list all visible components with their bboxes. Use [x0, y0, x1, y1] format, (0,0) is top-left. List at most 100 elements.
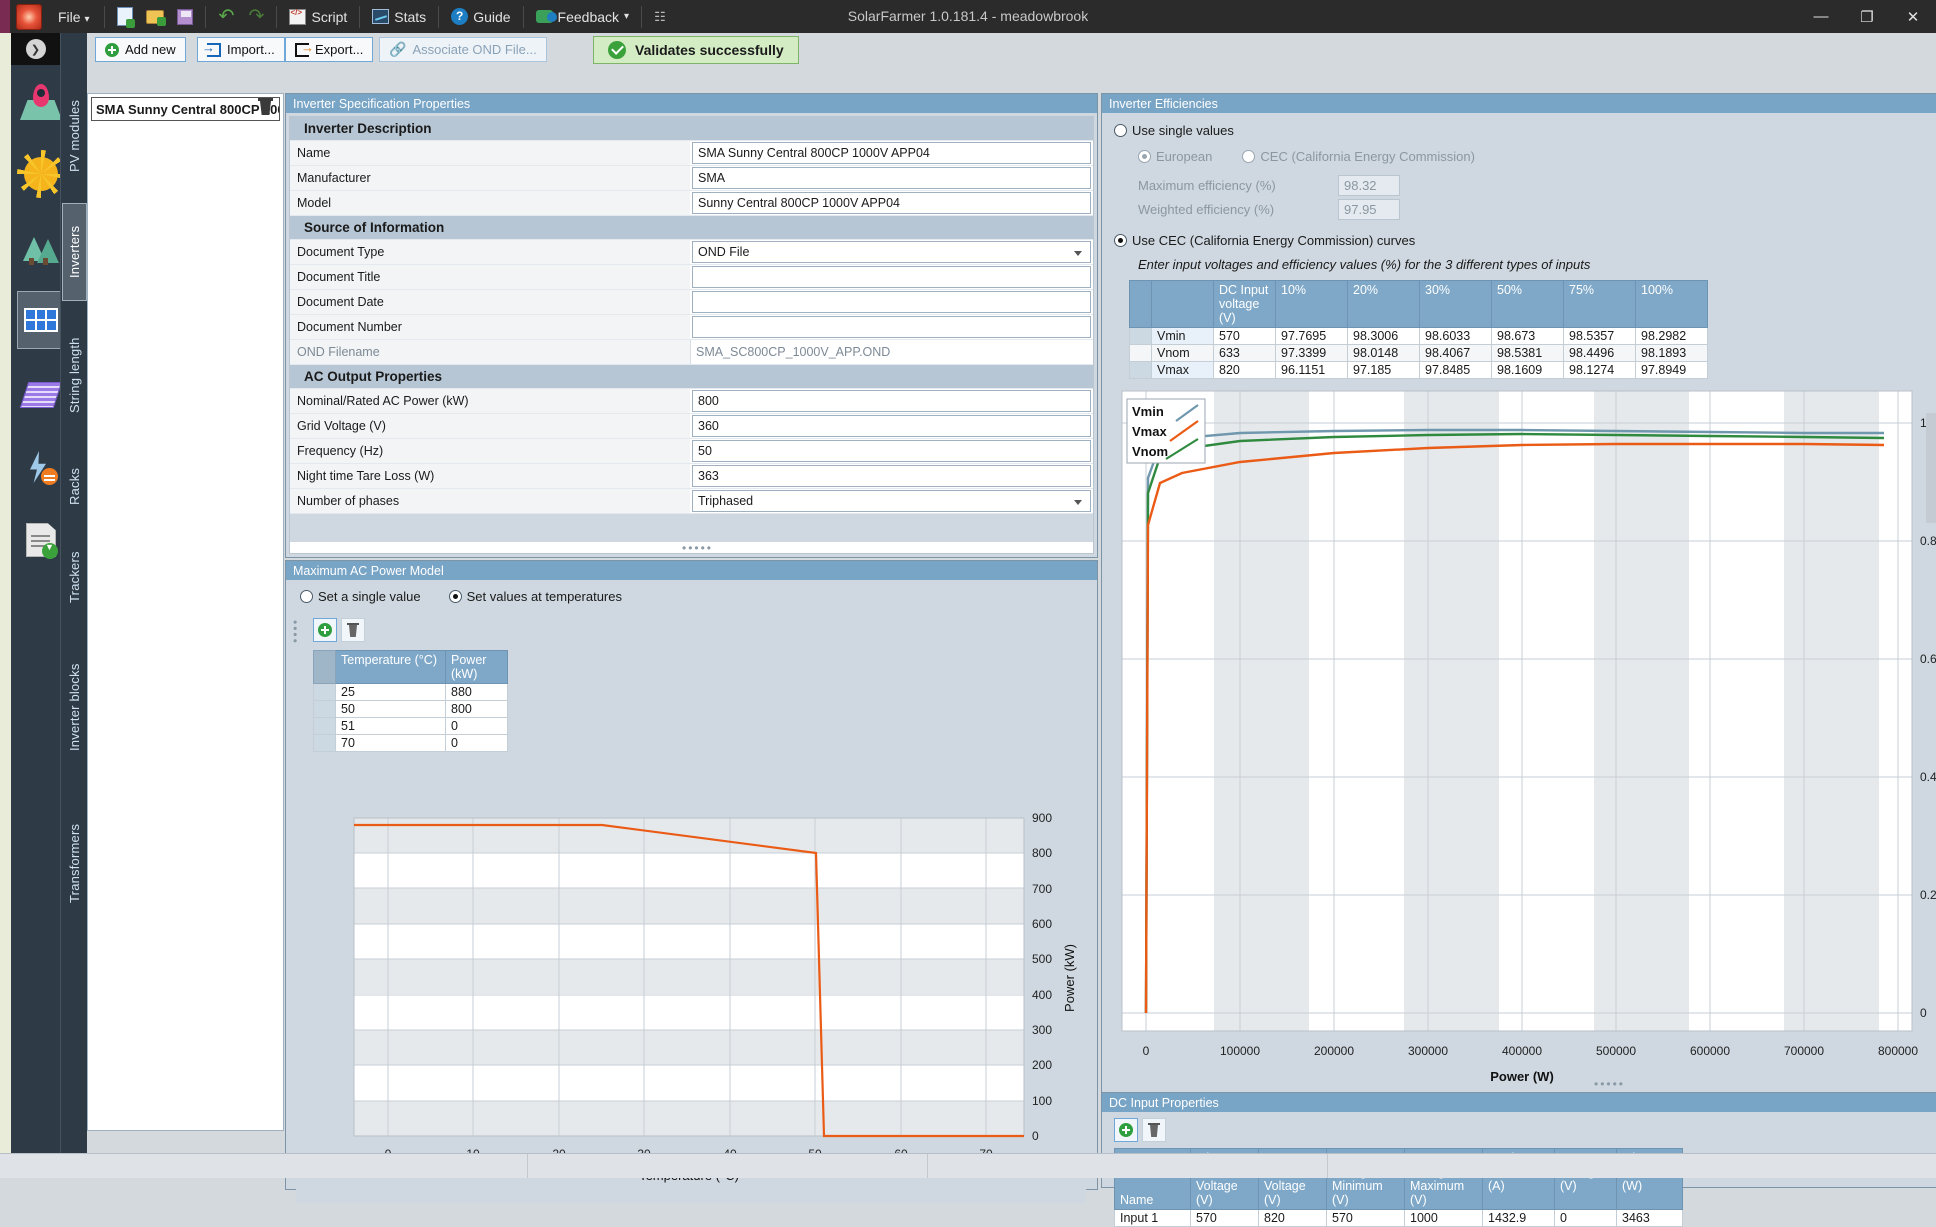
cell-maximum-current[interactable]: 1432.9 [1482, 1209, 1555, 1227]
cell-max-mppt-voltage[interactable]: 820 [1258, 1209, 1327, 1227]
document-type-select[interactable]: OND File [692, 241, 1091, 263]
script-button[interactable]: Script [282, 3, 354, 31]
cell-min-mppt-voltage[interactable]: 570 [1190, 1209, 1259, 1227]
delete-dc-input-button[interactable] [1142, 1118, 1166, 1142]
document-title-field[interactable] [692, 266, 1091, 288]
radio-cec[interactable]: CEC (California Energy Commission) [1242, 149, 1475, 164]
export-button[interactable]: Export... [285, 37, 374, 62]
rail-item-shading[interactable] [17, 218, 65, 276]
tab-inverter-blocks[interactable]: Inverter blocks [62, 631, 87, 783]
redo-icon[interactable]: ↷ [243, 5, 269, 29]
frequency-field[interactable]: 50 [692, 440, 1091, 462]
cell-10pct[interactable]: 97.7695 [1275, 327, 1348, 345]
table-row[interactable]: 25 880 [313, 683, 508, 701]
toolbar-overflow-button[interactable]: ☷ [647, 3, 673, 31]
radio-set-values-at-temperatures[interactable]: Set values at temperatures [448, 589, 622, 604]
row-selector[interactable] [1129, 344, 1152, 362]
table-row[interactable]: 70 0 [313, 734, 508, 752]
cell-10pct[interactable]: 97.3399 [1275, 344, 1348, 362]
cell-start-voltage[interactable]: 0 [1554, 1209, 1617, 1227]
stats-button[interactable]: Stats [365, 3, 433, 31]
cell-temperature[interactable]: 51 [335, 717, 446, 735]
night-tare-loss-field[interactable]: 363 [692, 465, 1091, 487]
panel-resize-grip[interactable]: ••••• [682, 541, 713, 555]
cell-30pct[interactable]: 98.4067 [1419, 344, 1492, 362]
cell-dc-input-voltage[interactable]: 820 [1213, 361, 1276, 379]
rail-expand-button[interactable]: ❯ [11, 33, 60, 65]
nominal-ac-power-field[interactable]: 800 [692, 390, 1091, 412]
rail-item-pv-modules[interactable] [17, 291, 65, 349]
name-field[interactable]: SMA Sunny Central 800CP 1000V APP04 [692, 142, 1091, 164]
row-selector[interactable] [313, 717, 336, 735]
table-row[interactable]: Vnom 633 97.3399 98.0148 98.4067 98.5381… [1129, 344, 1708, 362]
feedback-button[interactable]: Feedback ▾ [529, 3, 637, 31]
cell-10pct[interactable]: 96.1151 [1275, 361, 1348, 379]
cell-50pct[interactable]: 98.1609 [1491, 361, 1564, 379]
cell-50pct[interactable]: 98.673 [1491, 327, 1564, 345]
row-selector[interactable] [1129, 327, 1152, 345]
table-row[interactable]: Vmin 570 97.7695 98.3006 98.6033 98.673 … [1129, 327, 1708, 345]
cell-voltage-name[interactable]: Vnom [1151, 344, 1214, 362]
document-number-field[interactable] [692, 316, 1091, 338]
cell-temperature[interactable]: 70 [335, 734, 446, 752]
panel-resize-grip-left[interactable]: •••• [288, 620, 302, 645]
radio-use-single-values[interactable]: Use single values [1114, 123, 1234, 138]
radio-use-cec-curves[interactable]: Use CEC (California Energy Commission) c… [1114, 233, 1415, 248]
tab-racks[interactable]: Racks [62, 449, 87, 523]
cell-min-dc-power[interactable]: 3463 [1616, 1209, 1683, 1227]
delete-inverter-icon[interactable] [258, 98, 273, 115]
rail-item-trackers[interactable] [17, 366, 65, 424]
grid-voltage-field[interactable]: 360 [692, 415, 1091, 437]
cell-power[interactable]: 880 [445, 683, 508, 701]
cell-dc-input-voltage[interactable]: 570 [1213, 327, 1276, 345]
radio-european[interactable]: European [1138, 149, 1212, 164]
cell-75pct[interactable]: 98.4496 [1563, 344, 1636, 362]
vertical-scrollbar[interactable] [1926, 413, 1936, 523]
rail-item-transformers[interactable] [17, 511, 65, 569]
cell-temperature[interactable]: 50 [335, 700, 446, 718]
model-field[interactable]: Sunny Central 800CP 1000V APP04 [692, 192, 1091, 214]
panel-resize-grip[interactable]: ••••• [1594, 1077, 1625, 1091]
tab-string-length[interactable]: String length [62, 307, 87, 443]
max-efficiency-field[interactable]: 98.32 [1338, 175, 1400, 196]
cell-30pct[interactable]: 97.8485 [1419, 361, 1492, 379]
cell-20pct[interactable]: 98.3006 [1347, 327, 1420, 345]
row-selector[interactable] [1129, 361, 1152, 379]
add-new-button[interactable]: Add new [95, 37, 186, 62]
cell-100pct[interactable]: 98.1893 [1635, 344, 1708, 362]
save-icon[interactable] [172, 5, 198, 29]
cell-input-voltage-min[interactable]: 570 [1326, 1209, 1405, 1227]
cell-temperature[interactable]: 25 [335, 683, 446, 701]
table-row[interactable]: Input 1 570 820 570 1000 1432.9 0 3463 [1114, 1209, 1683, 1227]
number-of-phases-select[interactable]: Triphased [692, 490, 1091, 512]
document-date-field[interactable] [692, 291, 1091, 313]
cell-30pct[interactable]: 98.6033 [1419, 327, 1492, 345]
close-button[interactable]: ✕ [1890, 0, 1936, 33]
weighted-efficiency-field[interactable]: 97.95 [1338, 199, 1400, 220]
tab-transformers[interactable]: Transformers [62, 789, 87, 937]
delete-temperature-row-button[interactable] [341, 618, 365, 642]
menu-file[interactable]: File ▾ [48, 9, 99, 25]
guide-button[interactable]: ? Guide [444, 3, 517, 31]
cell-100pct[interactable]: 97.8949 [1635, 361, 1708, 379]
tab-trackers[interactable]: Trackers [62, 529, 87, 625]
row-selector[interactable] [313, 683, 336, 701]
table-row[interactable]: 50 800 [313, 700, 508, 718]
tab-inverters[interactable]: Inverters [62, 203, 87, 301]
new-document-icon[interactable] [112, 5, 138, 29]
row-selector[interactable] [313, 700, 336, 718]
add-dc-input-button[interactable] [1114, 1118, 1138, 1142]
add-temperature-row-button[interactable] [313, 618, 337, 642]
undo-icon[interactable]: ↶ [213, 5, 239, 29]
minimize-button[interactable]: — [1798, 0, 1844, 33]
open-folder-icon[interactable] [142, 5, 168, 29]
list-item[interactable]: SMA Sunny Central 800CP 1000V APP04 [91, 97, 280, 121]
cell-75pct[interactable]: 98.5357 [1563, 327, 1636, 345]
associate-ond-file-button[interactable]: 🔗 Associate OND File... [379, 37, 547, 62]
cell-75pct[interactable]: 98.1274 [1563, 361, 1636, 379]
cell-voltage-name[interactable]: Vmin [1151, 327, 1214, 345]
cell-power[interactable]: 0 [445, 717, 508, 735]
table-row[interactable]: 51 0 [313, 717, 508, 735]
rail-item-weather[interactable] [17, 145, 65, 203]
cell-20pct[interactable]: 97.185 [1347, 361, 1420, 379]
